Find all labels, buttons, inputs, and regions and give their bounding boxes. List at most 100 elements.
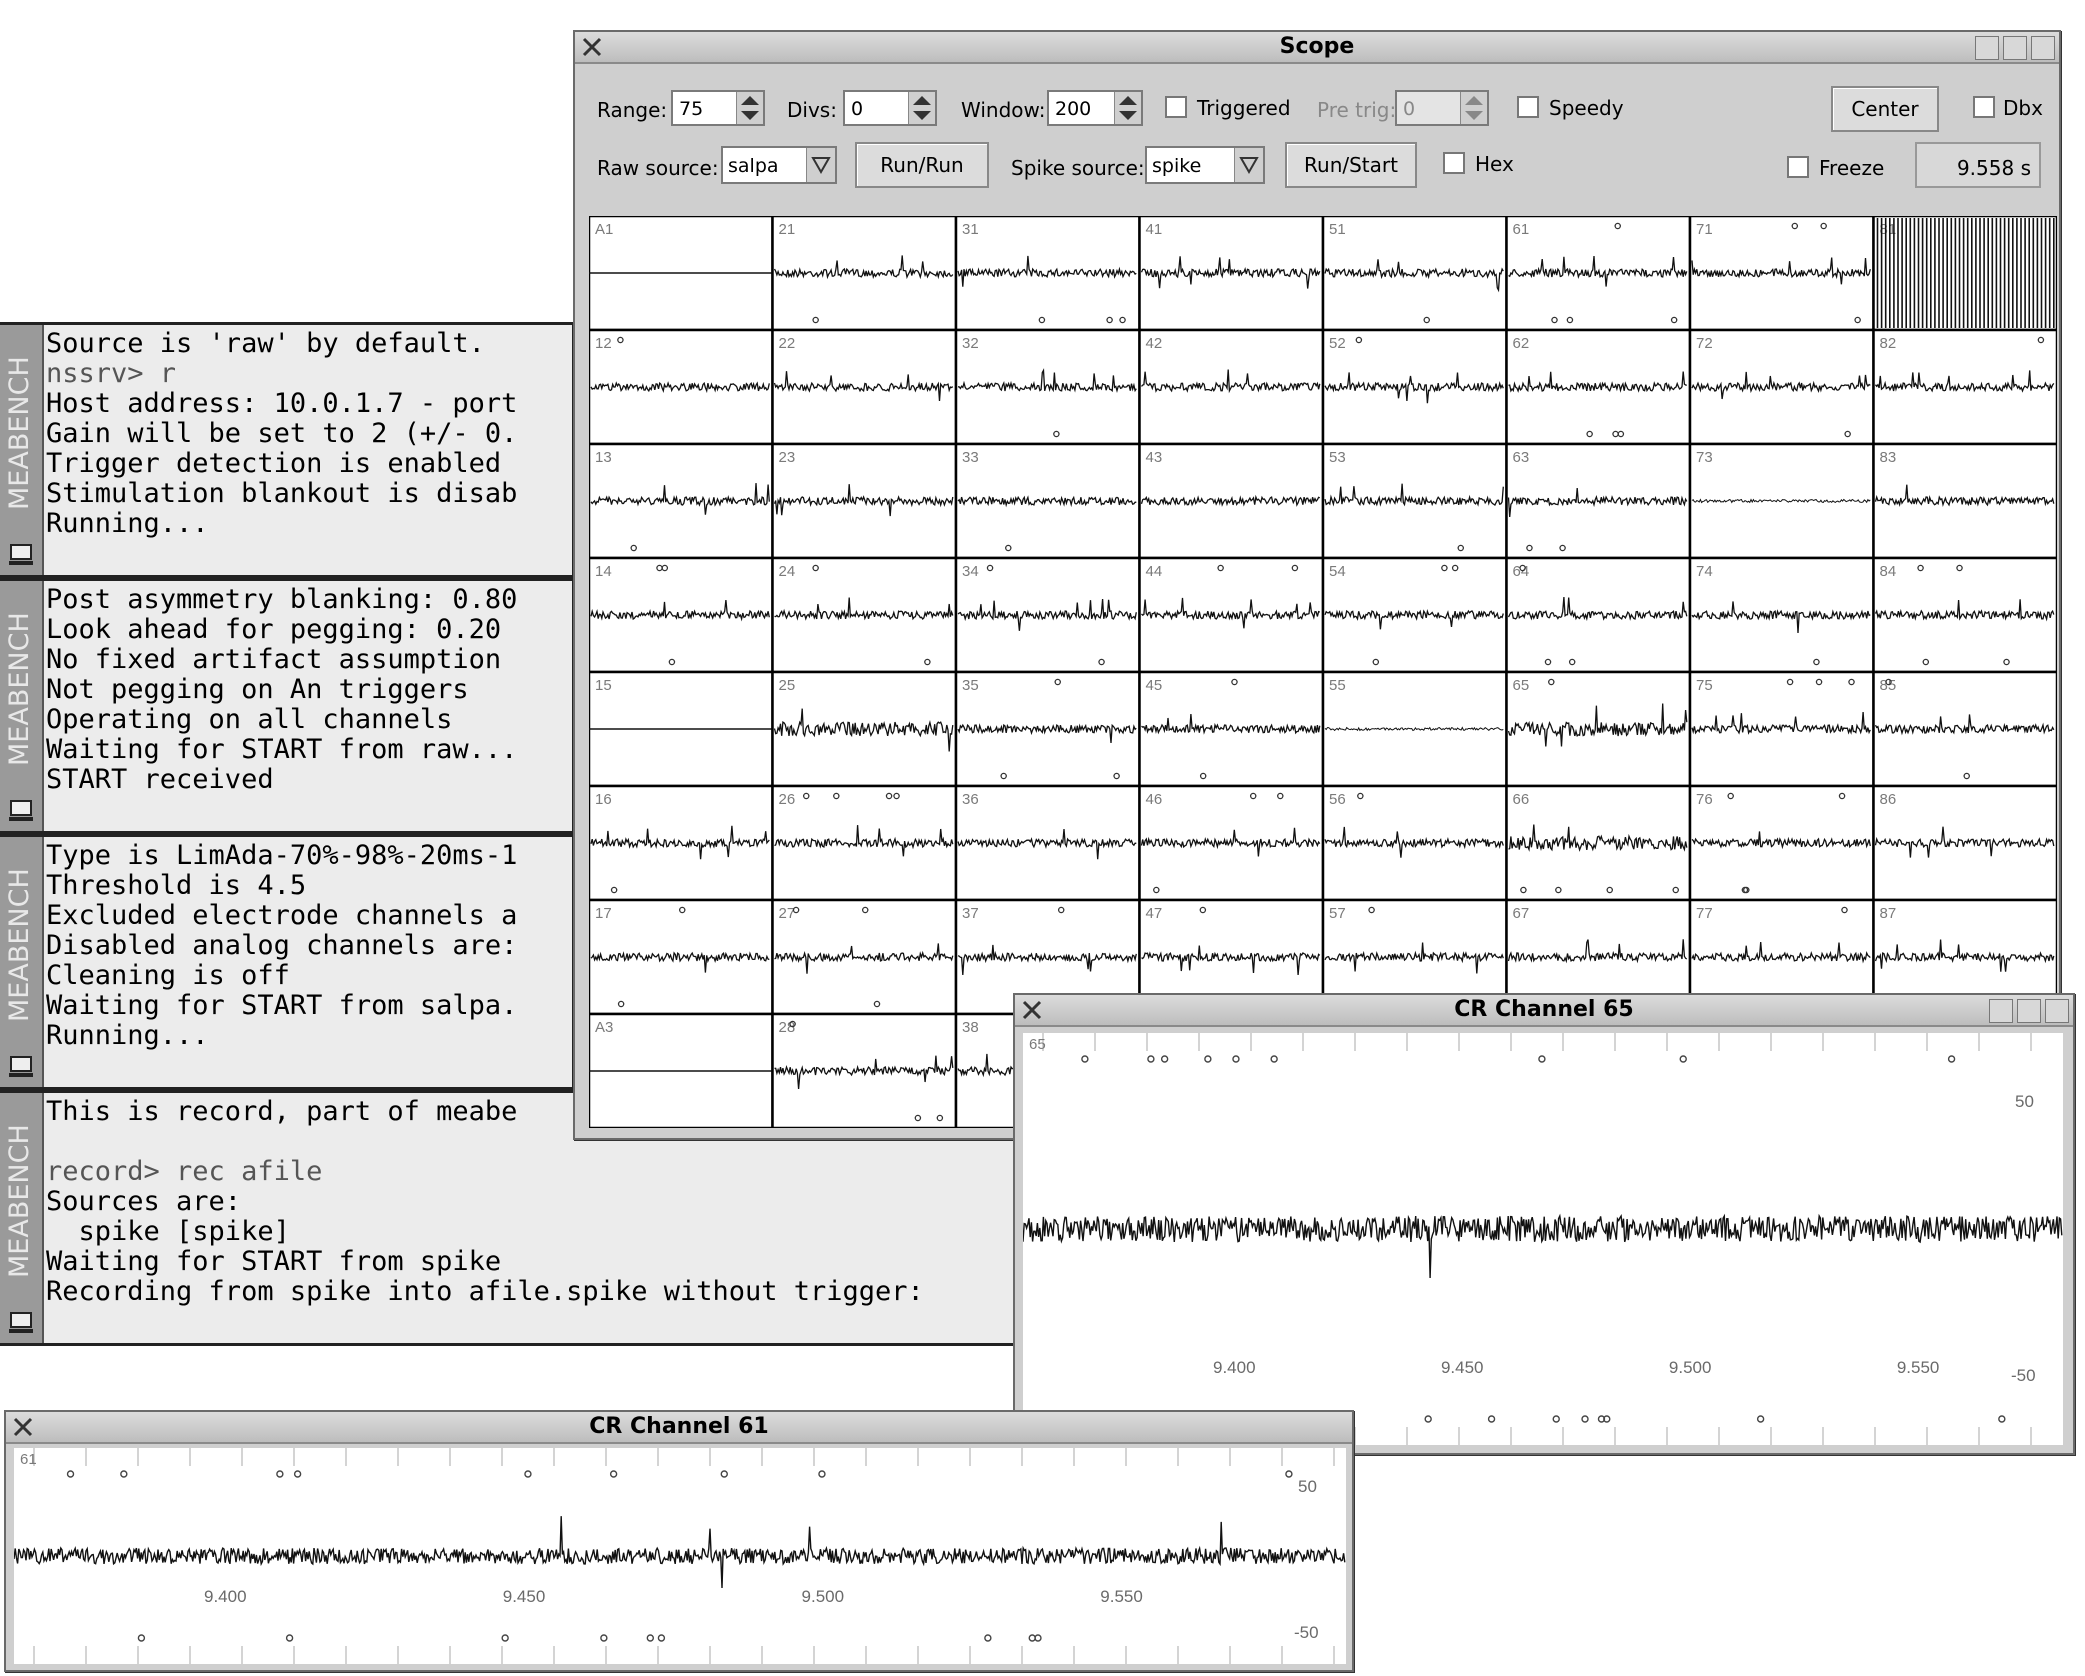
channel-cell[interactable]: 22	[771, 328, 958, 446]
channel-cell[interactable]: 75	[1688, 670, 1875, 788]
range-spinbox[interactable]: 75	[671, 90, 765, 126]
pretrig-spinbox[interactable]: 0	[1395, 90, 1489, 126]
channel-cell[interactable]: 13	[589, 442, 774, 560]
channel-cell[interactable]: 81	[1872, 216, 2058, 332]
channel-cell[interactable]: 62	[1505, 328, 1692, 446]
channel-cell[interactable]: 84	[1872, 556, 2058, 674]
cell-label: 42	[1146, 335, 1163, 352]
divs-spinbox[interactable]: 0	[843, 90, 937, 126]
channel-cell[interactable]: 31	[954, 216, 1141, 332]
channel-cell[interactable]: 27	[771, 898, 958, 1016]
terminal-icon[interactable]	[8, 799, 34, 823]
channel-cell[interactable]: 51	[1321, 216, 1508, 332]
cr-channel-61-window[interactable]: CR Channel 61 61 50 -50 9.400 9.450 9.500 9.55…	[4, 1410, 1354, 1672]
channel-cell[interactable]: 12	[589, 328, 774, 446]
freeze-label: Freeze	[1819, 156, 1885, 180]
channel-cell[interactable]: 17	[589, 898, 774, 1016]
channel-cell[interactable]: 32	[954, 328, 1141, 446]
chevron-down-icon[interactable]	[806, 148, 835, 182]
freeze-checkbox[interactable]	[1787, 156, 1809, 178]
run-run-button[interactable]: Run/Run	[855, 142, 989, 188]
channel-cell[interactable]: 15	[589, 670, 774, 788]
channel-cell[interactable]: 44	[1138, 556, 1325, 674]
channel-cell[interactable]: 16	[589, 784, 774, 902]
raw-source-select[interactable]: salpa	[721, 146, 837, 184]
minimize-button[interactable]	[1989, 999, 2013, 1023]
cell-label: 33	[962, 449, 979, 466]
speedy-checkbox[interactable]	[1517, 96, 1539, 118]
channel-cell[interactable]: 45	[1138, 670, 1325, 788]
channel-cell[interactable]: 36	[954, 784, 1141, 902]
channel-cell[interactable]: 53	[1321, 442, 1508, 560]
channel-cell[interactable]: 25	[771, 670, 958, 788]
terminal-icon[interactable]	[8, 543, 34, 567]
channel-cell[interactable]: 65	[1505, 670, 1692, 788]
channel-cell[interactable]: 56	[1321, 784, 1508, 902]
channel-cell[interactable]: 61	[1505, 216, 1692, 332]
minimize-button[interactable]	[1975, 36, 1999, 60]
spin-arrows-icon[interactable]	[908, 92, 935, 124]
triggered-checkbox[interactable]	[1165, 96, 1187, 118]
spike-source-select[interactable]: spike	[1145, 146, 1265, 184]
channel-cell[interactable]: A3	[589, 1012, 774, 1128]
channel-cell[interactable]: 83	[1872, 442, 2058, 560]
spin-arrows-icon[interactable]	[1460, 92, 1487, 124]
channel-cell[interactable]: 54	[1321, 556, 1508, 674]
channel-cell[interactable]: 71	[1688, 216, 1875, 332]
channel-cell[interactable]: 43	[1138, 442, 1325, 560]
channel-cell[interactable]: 21	[771, 216, 958, 332]
scope-window[interactable]: Scope Range: 75 Divs: 0 Window: 200 Trig…	[573, 30, 2061, 1140]
channel-grid[interactable]: A1 21 31 41 51 61 71 81 12 22 32 42 52 62 72 82 13 23 33 43…	[589, 216, 2057, 1128]
cell-label: 82	[1880, 335, 1897, 352]
cr61-titlebar[interactable]: CR Channel 61	[6, 1412, 1352, 1444]
scope-titlebar[interactable]: Scope	[575, 32, 2059, 64]
window-spinbox[interactable]: 200	[1047, 90, 1143, 126]
channel-cell[interactable]: 14	[589, 556, 774, 674]
channel-cell[interactable]: 28	[771, 1012, 958, 1128]
cell-label: 87	[1880, 905, 1897, 922]
channel-cell[interactable]: 41	[1138, 216, 1325, 332]
channel-cell[interactable]: 66	[1505, 784, 1692, 902]
terminal-icon[interactable]	[8, 1311, 34, 1335]
maximize-button[interactable]	[2003, 36, 2027, 60]
spin-arrows-icon[interactable]	[1114, 92, 1141, 124]
terminal-2[interactable]: MEABENCH Post asymmetry blanking: 0.80 L…	[0, 578, 575, 834]
channel-cell[interactable]: 72	[1688, 328, 1875, 446]
center-button[interactable]: Center	[1831, 86, 1939, 132]
dbx-checkbox[interactable]	[1973, 96, 1995, 118]
channel-cell[interactable]: 74	[1688, 556, 1875, 674]
channel-cell[interactable]: 63	[1505, 442, 1692, 560]
close-button[interactable]	[2031, 36, 2055, 60]
cr-channel-65-window[interactable]: CR Channel 65 65 50 -50 9.400 9.450 9.500 9.55…	[1013, 993, 2075, 1455]
channel-cell[interactable]: 73	[1688, 442, 1875, 560]
spin-arrows-icon[interactable]	[736, 92, 763, 124]
cr61-trace-plot[interactable]: 61 50 -50 9.400 9.450 9.500 9.550	[14, 1448, 1346, 1664]
channel-cell[interactable]: 46	[1138, 784, 1325, 902]
channel-cell[interactable]: 86	[1872, 784, 2058, 902]
cell-label: 32	[962, 335, 979, 352]
channel-cell[interactable]: 42	[1138, 328, 1325, 446]
channel-cell[interactable]: 76	[1688, 784, 1875, 902]
channel-cell[interactable]: 33	[954, 442, 1141, 560]
channel-cell[interactable]: 85	[1872, 670, 2058, 788]
cr65-titlebar[interactable]: CR Channel 65	[1015, 995, 2073, 1027]
hex-checkbox[interactable]	[1443, 152, 1465, 174]
cr65-trace-plot[interactable]: 65 50 -50 9.400 9.450 9.500 9.550	[1023, 1033, 2063, 1445]
terminal-icon[interactable]	[8, 1055, 34, 1079]
channel-cell[interactable]: 52	[1321, 328, 1508, 446]
channel-cell[interactable]: 23	[771, 442, 958, 560]
channel-cell[interactable]: 24	[771, 556, 958, 674]
channel-cell[interactable]: 26	[771, 784, 958, 902]
channel-cell[interactable]: 34	[954, 556, 1141, 674]
terminal-3[interactable]: MEABENCH Type is LimAda-70%-98%-20ms-1 T…	[0, 834, 575, 1090]
chevron-down-icon[interactable]	[1234, 148, 1263, 182]
maximize-button[interactable]	[2017, 999, 2041, 1023]
channel-cell[interactable]: 55	[1321, 670, 1508, 788]
run-start-button[interactable]: Run/Start	[1285, 142, 1417, 188]
channel-cell[interactable]: 82	[1872, 328, 2058, 446]
channel-cell[interactable]: 35	[954, 670, 1141, 788]
close-button[interactable]	[2045, 999, 2069, 1023]
channel-cell[interactable]: 64	[1505, 556, 1692, 674]
terminal-1[interactable]: MEABENCH Source is 'raw' by default. nss…	[0, 322, 575, 578]
channel-cell[interactable]: A1	[589, 216, 774, 332]
